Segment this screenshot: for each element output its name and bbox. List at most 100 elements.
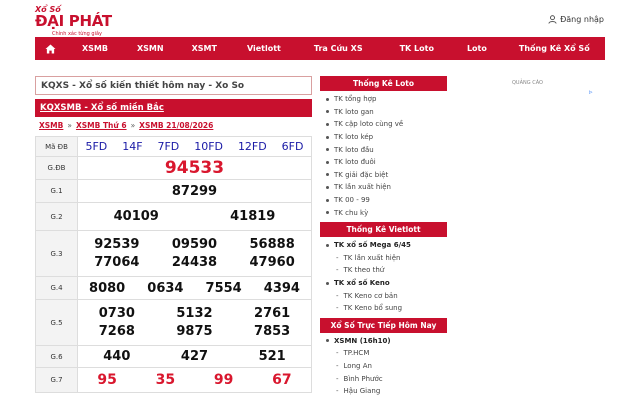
prize-number: 7554 (205, 280, 242, 296)
sidebar-link[interactable]: - TK lần xuất hiện (320, 252, 447, 265)
nav-item-vietlott[interactable]: Vietlott (247, 44, 281, 53)
row-label: G.5 (35, 299, 78, 346)
dash-icon: - (336, 349, 339, 358)
prize-number: 87299 (171, 183, 218, 199)
row-label: G.7 (35, 367, 78, 393)
table-row: G.ĐB 94533 (35, 156, 312, 180)
sidebar-link[interactable]: - Hậu Giang (320, 385, 447, 398)
sidebar-link[interactable]: TK loto kép (320, 131, 447, 144)
bullet-icon (326, 135, 329, 139)
breadcrumb-weekday[interactable]: XSMB Thứ 6 (76, 121, 127, 130)
prize-number: 41819 (230, 209, 276, 224)
prize-cells: 87299 (78, 184, 311, 199)
breadcrumb-separator: » (130, 121, 136, 130)
sidebar-link[interactable]: TK cặp loto cùng về (320, 118, 447, 131)
table-row: G.3 92539 09590 56888 77064 24438 47960 (35, 230, 312, 277)
prize-number: 24438 (171, 255, 218, 270)
table-row: Mã ĐB 5FD 14F 7FD 10FD 12FD 6FD (35, 136, 312, 157)
sidebar-heading-vietlott: Thống Kê Vietlott (320, 221, 447, 237)
code-value: 6FD (281, 140, 304, 153)
ad-choices-icon[interactable]: ▹ (589, 88, 599, 97)
sidebar-link[interactable]: TK xổ số Keno (320, 277, 447, 290)
sidebar-link[interactable]: - TP.HCM (320, 347, 447, 360)
code-value: 14F (122, 140, 143, 153)
sidebar-link-label: Hậu Giang (343, 387, 381, 396)
row-label: G.4 (35, 276, 78, 300)
sidebar: Thống Kê Loto TK tổng hợp TK loto gan TK… (320, 76, 447, 400)
nav-item-loto[interactable]: Loto (467, 44, 487, 53)
prize-number: 67 (272, 372, 292, 388)
sidebar-link-label: TK tổng hợp (334, 95, 377, 104)
row-label: G.3 (35, 230, 78, 277)
code-value: 12FD (237, 140, 267, 153)
sidebar-link-label: TK loto gan (334, 107, 374, 116)
prize-number: 92539 (94, 237, 140, 252)
nav-item-tk-loto[interactable]: TK Loto (400, 44, 434, 53)
bullet-icon (326, 122, 329, 126)
sidebar-link[interactable]: TK xổ số Mega 6/45 (320, 239, 447, 252)
sidebar-link[interactable]: - Bình Phước (320, 372, 447, 385)
loto-stats-list: TK tổng hợp TK loto gan TK cặp loto cùng… (320, 91, 447, 222)
prize-cells: 8080 0634 7554 4394 (78, 281, 311, 296)
nav-item-xsmn[interactable]: XSMN (137, 44, 164, 53)
code-value: 5FD (85, 140, 108, 153)
site-logo[interactable]: Xổ Số ĐẠI PHÁT Chính xác từng giây (35, 5, 115, 37)
bullet-icon (326, 281, 329, 285)
table-row: G.1 87299 (35, 179, 312, 203)
sidebar-link[interactable]: TK tổng hợp (320, 93, 447, 106)
user-icon (548, 15, 557, 24)
bullet-icon (326, 198, 329, 202)
table-row: G.2 40109 41819 (35, 202, 312, 231)
bullet-icon (326, 173, 329, 177)
login-link[interactable]: Đăng nhập (548, 15, 604, 24)
sidebar-heading-loto: Thống Kê Loto (320, 76, 447, 91)
row-label: G.ĐB (35, 156, 78, 180)
bullet-icon (326, 243, 329, 247)
nav-item-xsmb[interactable]: XSMB (82, 44, 108, 53)
section-title-link[interactable]: KQXSMB - Xổ số miền Bắc (35, 99, 312, 117)
sidebar-link[interactable]: TK loto đầu (320, 143, 447, 156)
sidebar-link-label: TK theo thứ (343, 266, 385, 275)
sidebar-link[interactable]: - TK Keno bổ sung (320, 302, 447, 315)
sidebar-link-label: TK cặp loto cùng về (334, 120, 404, 129)
bullet-icon (326, 148, 329, 152)
sidebar-link[interactable]: TK giải đặc biệt (320, 169, 447, 182)
dash-icon: - (336, 374, 339, 383)
sidebar-link[interactable]: TK loto đuôi (320, 156, 447, 169)
breadcrumb-xsmb[interactable]: XSMB (39, 121, 63, 130)
sidebar-link[interactable]: - Long An (320, 360, 447, 373)
prize-number: 09590 (171, 237, 218, 252)
table-row: G.6 440 427 521 (35, 345, 312, 368)
sidebar-link[interactable]: XSMN (16h10) (320, 335, 447, 348)
page-title: KQXS - Xổ số kiến thiết hôm nay - Xo So (35, 76, 312, 95)
nav-item-thong-ke[interactable]: Thống Kê Xổ Số (519, 44, 590, 53)
home-icon (45, 43, 55, 54)
nav-item-xsmt[interactable]: XSMT (192, 44, 217, 53)
sidebar-link[interactable]: TK loto gan (320, 106, 447, 119)
row-label: G.6 (35, 345, 78, 368)
prize-number: 99 (213, 372, 234, 388)
prize-cells: 95 35 99 67 (78, 372, 311, 388)
live-results-list: XSMN (16h10) - TP.HCM - Long An - Bình Phướ… (320, 333, 447, 400)
nav-home[interactable] (35, 37, 65, 60)
sidebar-link-label: TP.HCM (343, 349, 370, 358)
code-value: 7FD (157, 140, 180, 153)
sidebar-link[interactable]: TK lần xuất hiện (320, 181, 447, 194)
table-row: G.7 95 35 99 67 (35, 367, 312, 393)
sidebar-link[interactable]: TK 00 - 99 (320, 194, 447, 207)
nav-item-tra-cuu[interactable]: Tra Cứu XS (314, 44, 363, 53)
dash-icon: - (336, 253, 339, 262)
breadcrumb-date[interactable]: XSMB 21/08/2026 (139, 121, 213, 130)
sidebar-link-label: TK lần xuất hiện (334, 183, 391, 192)
bullet-icon (326, 185, 329, 189)
special-prize-cells: 94533 (78, 158, 311, 178)
page: Xổ Số ĐẠI PHÁT Chính xác từng giây Đăng … (0, 0, 640, 400)
sidebar-link-label: XSMN (16h10) (334, 336, 391, 345)
sidebar-link[interactable]: - TK Keno cơ bản (320, 289, 447, 302)
sidebar-link[interactable]: - TK theo thứ (320, 264, 447, 277)
prize-cells: 0730 5132 2761 7268 9875 7853 (78, 306, 311, 339)
prize-number: 7268 (98, 324, 135, 339)
prize-number: 521 (258, 349, 286, 364)
prize-cells: 92539 09590 56888 77064 24438 47960 (78, 237, 311, 270)
sidebar-link[interactable]: TK chu kỳ (320, 206, 447, 219)
